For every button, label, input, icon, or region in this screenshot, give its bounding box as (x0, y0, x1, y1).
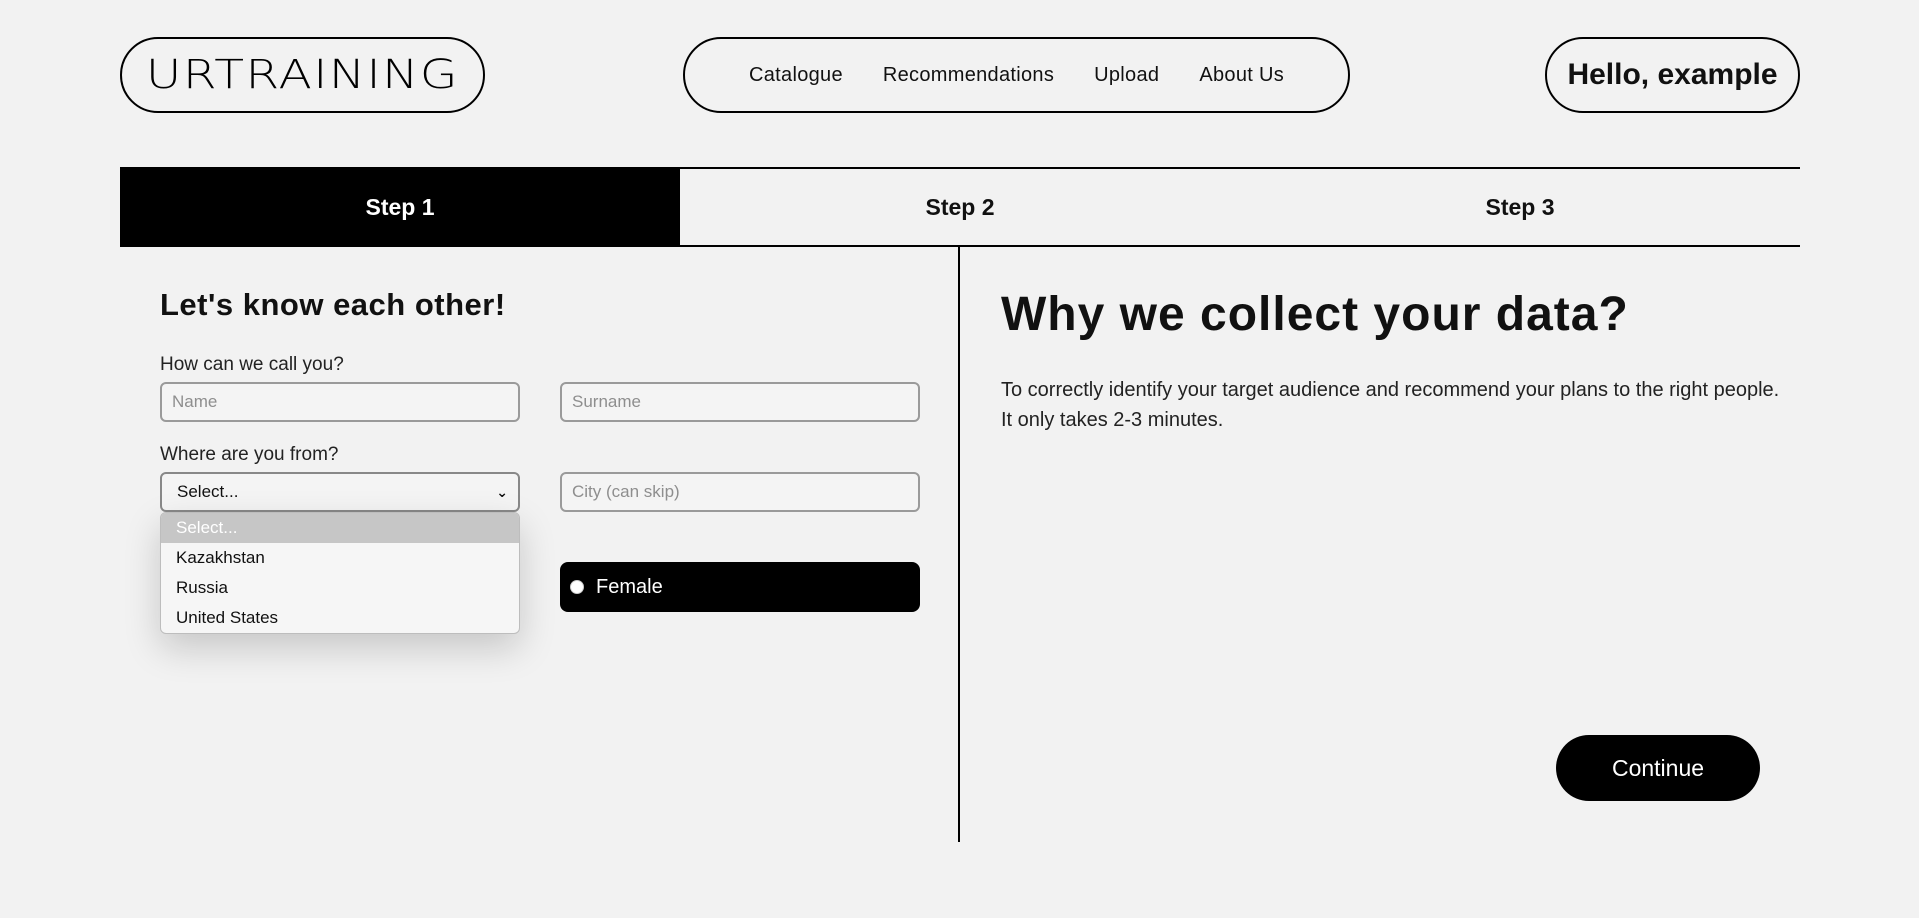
step-tabs: Step 1 Step 2 Step 3 (120, 167, 1800, 247)
nav-recommendations[interactable]: Recommendations (883, 64, 1054, 87)
radio-button-icon[interactable] (570, 580, 584, 594)
info-title: Why we collect your data? (1001, 288, 1629, 341)
user-greeting[interactable]: Hello, example (1545, 37, 1800, 113)
nav-about-us[interactable]: About Us (1199, 64, 1284, 87)
continue-button[interactable]: Continue (1556, 735, 1760, 801)
country-select[interactable]: Select... ⌄ (160, 472, 520, 512)
nav-upload[interactable]: Upload (1094, 64, 1159, 87)
dropdown-option-select[interactable]: Select... (161, 513, 519, 543)
gender-female-option[interactable]: Female (560, 562, 920, 612)
logo[interactable]: URTRAINING (120, 37, 485, 113)
logo-text: URTRAINING (145, 52, 460, 98)
tab-step-2[interactable]: Step 2 (680, 169, 1240, 245)
nav-catalogue[interactable]: Catalogue (749, 64, 843, 87)
dropdown-option-united-states[interactable]: United States (161, 603, 519, 633)
dropdown-option-russia[interactable]: Russia (161, 573, 519, 603)
country-dropdown: Select... Kazakhstan Russia United State… (160, 512, 520, 634)
name-input[interactable] (160, 382, 520, 422)
name-label: How can we call you? (160, 354, 344, 375)
city-input[interactable] (560, 472, 920, 512)
form-title: Let's know each other! (160, 287, 506, 322)
main-nav: Catalogue Recommendations Upload About U… (683, 37, 1350, 113)
surname-input[interactable] (560, 382, 920, 422)
chevron-down-icon: ⌄ (496, 483, 508, 500)
location-label: Where are you from? (160, 444, 339, 465)
tab-step-1[interactable]: Step 1 (120, 169, 680, 245)
vertical-divider (958, 247, 960, 842)
gender-female-label: Female (596, 575, 663, 598)
info-text: To correctly identify your target audien… (1001, 379, 1780, 431)
dropdown-option-kazakhstan[interactable]: Kazakhstan (161, 543, 519, 573)
country-select-value: Select... (177, 482, 239, 501)
tab-step-3[interactable]: Step 3 (1240, 169, 1800, 245)
